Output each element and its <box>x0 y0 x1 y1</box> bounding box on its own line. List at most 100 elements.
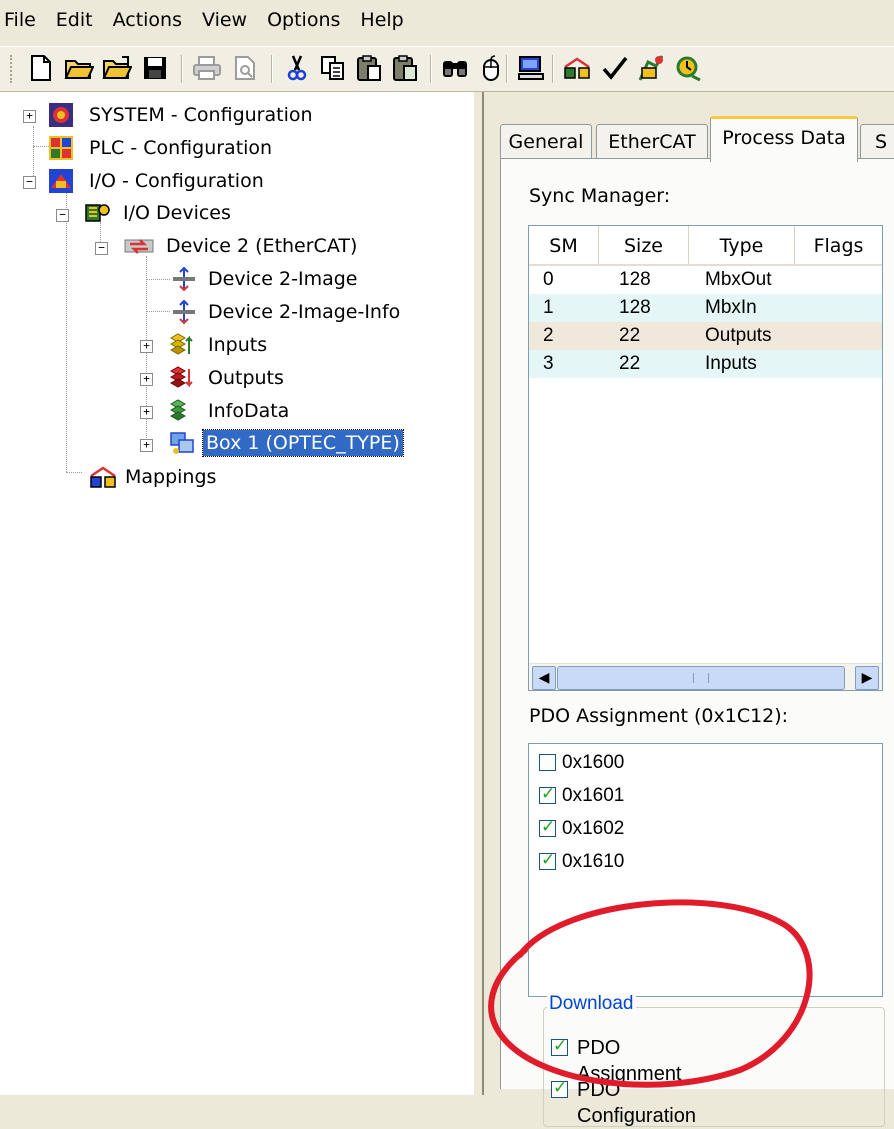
save-icon[interactable] <box>138 51 172 85</box>
sync-manager-header: SM Size Type Flags <box>529 226 882 266</box>
pdo-checkbox-0x1610[interactable] <box>539 850 556 870</box>
cell-sm: 1 <box>543 297 554 318</box>
pdo-label: 0x1602 <box>562 818 625 839</box>
tab-process-data[interactable]: Process Data <box>710 116 858 162</box>
ethercat-device-icon <box>124 233 154 259</box>
infodata-icon <box>168 398 194 424</box>
menu-view[interactable]: View <box>192 9 257 31</box>
sync-manager-row[interactable]: 3 22 Inputs <box>529 350 882 378</box>
pdo-label: 0x1601 <box>562 785 625 806</box>
tree-item-inputs[interactable]: Inputs <box>205 332 270 358</box>
cell-size: 128 <box>619 297 651 318</box>
find-icon[interactable] <box>438 51 472 85</box>
expand-system-button[interactable]: + <box>23 110 36 123</box>
tab-ethercat[interactable]: EtherCAT <box>596 124 708 159</box>
scroll-right-icon[interactable]: ▶ <box>855 666 879 690</box>
collapse-device-2-button[interactable]: − <box>95 242 108 255</box>
sync-manager-row[interactable]: 1 128 MbxIn <box>529 294 882 322</box>
tree-item-device-2-ethercat[interactable]: Device 2 (EtherCAT) <box>163 233 360 259</box>
print-icon[interactable] <box>190 51 224 85</box>
tree-item-io-configuration[interactable]: I/O - Configuration <box>86 168 267 194</box>
open-remote-icon[interactable] <box>100 51 134 85</box>
pdo-checkbox-0x1602[interactable] <box>539 817 556 837</box>
open-icon[interactable] <box>62 51 96 85</box>
tree-item-device-2-image[interactable]: Device 2-Image <box>205 266 360 292</box>
tree-item-io-devices[interactable]: I/O Devices <box>120 200 234 226</box>
restart-icon[interactable] <box>672 51 706 85</box>
pdo-checkbox-0x1601[interactable] <box>539 784 556 804</box>
collapse-io-button[interactable]: − <box>23 176 36 189</box>
pdo-assignment-list[interactable]: 0x1600 0x1601 0x1602 0x1610 <box>528 743 883 997</box>
outputs-icon <box>168 365 194 391</box>
cut-icon[interactable] <box>280 51 314 85</box>
cell-size: 22 <box>619 325 641 346</box>
plc-icon <box>48 135 74 161</box>
copy-icon[interactable] <box>316 51 350 85</box>
paste-with-links-icon[interactable] <box>388 51 422 85</box>
column-header-flags[interactable]: Flags <box>795 226 882 266</box>
column-header-size[interactable]: Size <box>599 226 689 266</box>
tree-connector <box>146 279 170 280</box>
toolbar-separator <box>506 55 508 83</box>
tree-item-mappings[interactable]: Mappings <box>122 464 219 490</box>
toolbar-grip[interactable] <box>10 55 15 83</box>
check-icon[interactable] <box>598 51 632 85</box>
expand-infodata-button[interactable]: + <box>140 406 153 419</box>
menu-help[interactable]: Help <box>350 9 413 31</box>
activate-config-icon[interactable] <box>634 51 668 85</box>
sync-manager-row[interactable]: 0 128 MbxOut <box>529 266 882 294</box>
toolbar-separator <box>181 55 183 83</box>
download-pdo-configuration-label: PDO Configuration <box>577 1079 696 1127</box>
download-pdo-configuration-checkbox[interactable] <box>551 1078 568 1098</box>
expand-outputs-button[interactable]: + <box>140 373 153 386</box>
tab-general[interactable]: General <box>500 124 592 159</box>
tree-connector <box>33 146 49 147</box>
new-icon[interactable] <box>24 51 58 85</box>
paste-icon[interactable] <box>352 51 386 85</box>
collapse-io-devices-button[interactable]: − <box>56 209 69 222</box>
scrollbar-thumb[interactable] <box>557 666 845 690</box>
sync-manager-label: Sync Manager: <box>529 185 671 207</box>
expand-box-1-button[interactable]: + <box>140 439 153 452</box>
tree-item-plc-configuration[interactable]: PLC - Configuration <box>86 135 275 161</box>
pdo-checkbox-0x1600[interactable] <box>539 754 556 771</box>
tree-connector <box>66 472 82 473</box>
toolbar <box>0 46 894 92</box>
inputs-icon <box>168 332 194 358</box>
menu-file[interactable]: File <box>0 9 46 31</box>
scrollbar-grip-icon <box>693 673 709 683</box>
tree-item-box-1[interactable]: Box 1 (OPTEC_TYPE) <box>202 429 404 457</box>
download-group-legend: Download <box>547 993 636 1015</box>
menu-edit[interactable]: Edit <box>46 9 103 31</box>
sync-manager-row[interactable]: 2 22 Outputs <box>529 322 882 350</box>
expand-inputs-button[interactable]: + <box>140 340 153 353</box>
tree-item-system-configuration[interactable]: SYSTEM - Configuration <box>86 102 316 128</box>
properties-panel: General EtherCAT Process Data S Sync Man… <box>484 92 894 1127</box>
tab-s[interactable]: S <box>860 124 894 159</box>
sync-manager-list[interactable]: SM Size Type Flags 0 128 MbxOut 1 128 Mb… <box>528 225 883 691</box>
computer-icon[interactable] <box>514 51 548 85</box>
cell-sm: 0 <box>543 269 554 290</box>
tree-item-device-2-image-info[interactable]: Device 2-Image-Info <box>205 299 403 325</box>
horizontal-scrollbar[interactable]: ◀ ▶ <box>529 663 882 690</box>
scroll-left-icon[interactable]: ◀ <box>532 666 556 690</box>
download-pdo-assignment-checkbox[interactable] <box>551 1036 568 1056</box>
tree-item-outputs[interactable]: Outputs <box>205 365 287 391</box>
menu-options[interactable]: Options <box>257 9 350 31</box>
image-info-icon <box>171 299 197 325</box>
menu-actions[interactable]: Actions <box>103 9 192 31</box>
process-data-tab-body: Sync Manager: SM Size Type Flags 0 128 M… <box>500 158 894 1127</box>
tree-view[interactable]: + SYSTEM - Configuration PLC - Configura… <box>0 92 474 1095</box>
cell-type: MbxIn <box>705 297 757 318</box>
toolbar-separator <box>552 55 554 83</box>
cell-sm: 2 <box>543 325 554 346</box>
tree-item-infodata[interactable]: InfoData <box>205 398 292 424</box>
tree-connector <box>66 190 67 472</box>
print-preview-icon[interactable] <box>228 51 262 85</box>
mappings-icon[interactable] <box>560 51 594 85</box>
io-devices-icon <box>84 200 110 226</box>
column-header-type[interactable]: Type <box>689 226 795 266</box>
column-header-sm[interactable]: SM <box>529 226 599 266</box>
image-icon <box>171 266 197 292</box>
mouse-icon[interactable] <box>474 51 508 85</box>
